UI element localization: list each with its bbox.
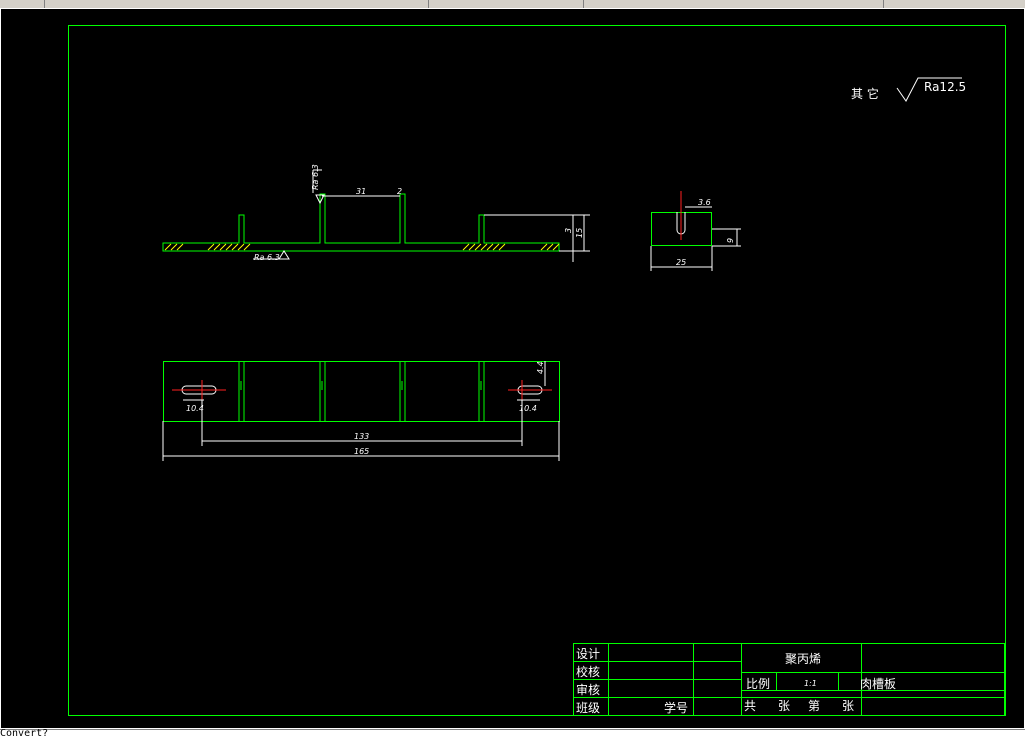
finish-value: Ra12.5 [924,80,966,94]
command-line-text: Convert? [0,728,49,739]
tb-class-label: 班级 [576,701,600,715]
command-line[interactable]: Convert? [0,728,1025,740]
tb-design-label: 设计 [576,647,600,661]
title-block: 设计 校核 审核 班级 学号 聚丙烯 比例 1:1 肉槽板 共 张 第 张 [573,643,1005,716]
dim-9: 9 [726,238,735,243]
top-view: 10.4 10.4 4.4 133 165 [162,361,560,461]
dim-133: 133 [354,432,369,441]
dim-10-4-left: 10.4 [186,404,204,413]
toolbar-separator [428,0,429,8]
front-view-outline [162,193,560,252]
tb-part-name: 肉槽板 [860,677,896,691]
sheet-outer-border [0,8,1025,729]
dim-25: 25 [676,258,686,267]
side-view: 3.6 9 25 [650,191,741,271]
tb-check-label: 校核 [576,664,600,679]
tb-sheets-total: 共 [744,699,756,713]
roughness-label-bottom: Ra 6.3 [254,253,280,262]
tb-student-id-label: 学号 [664,700,688,715]
tb-review-label: 审核 [576,682,600,697]
drawing-canvas[interactable]: 其 它 Ra12.5 Ra 6.3 31 2 3 15 Ra 6.3 3.6 9… [0,8,1025,729]
roughness-label-top: Ra 6.3 [311,164,320,190]
dim-165: 165 [354,447,369,456]
dim-31: 31 [356,187,366,196]
dim-15: 15 [575,228,584,238]
dim-4-4: 4.4 [536,361,545,374]
dim-2: 2 [397,187,402,196]
tb-material: 聚丙烯 [785,652,821,666]
top-view-outline [163,361,560,422]
toolbar-separator [583,0,584,8]
dim-3: 3 [564,228,573,233]
toolbar-separator [883,0,884,8]
toolbar-separator [44,0,45,8]
tb-scale-label: 比例 [746,677,770,691]
tb-sheet-no: 第 [808,699,820,713]
section-hatching [164,243,560,251]
tb-scale-value: 1:1 [804,679,817,688]
front-view: Ra 6.3 31 2 3 15 Ra 6.3 [162,164,590,262]
tb-sheet-unit: 张 [842,699,854,713]
dim-3-6: 3.6 [698,198,711,207]
finish-label: 其 它 [851,86,879,101]
drawing-svg: 其 它 Ra12.5 Ra 6.3 31 2 3 15 Ra 6.3 3.6 9… [0,8,1025,729]
tb-sheets-unit: 张 [778,699,790,713]
surface-finish-note: 其 它 Ra12.5 [851,77,966,102]
